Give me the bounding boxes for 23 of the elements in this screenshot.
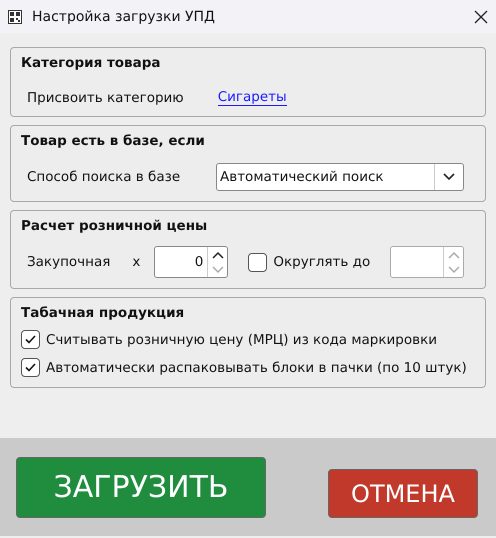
checkbox[interactable]: [21, 358, 40, 377]
section-title: Табачная продукция: [21, 305, 184, 321]
checkbox-label: Считывать розничную цену (МРЦ) из кода маркировки: [46, 332, 438, 348]
checkbox[interactable]: [21, 330, 40, 349]
load-button[interactable]: ЗАГРУЗИТЬ: [16, 457, 266, 518]
app-icon: [8, 10, 22, 24]
multiply-sign: x: [132, 254, 140, 270]
search-method-dropdown[interactable]: Автоматический поиск: [216, 163, 464, 191]
field-label: Способ поиска в базе: [26, 169, 182, 185]
section-title: Расчет розничной цены: [21, 218, 208, 234]
window-title: Настройка загрузки УПД: [32, 8, 216, 24]
checkbox-label: Автоматически распаковывать блоки в пачки (по 10 штук): [46, 360, 467, 376]
checkbox-label: Округлять до: [273, 254, 370, 270]
category-link[interactable]: Сигареты: [218, 89, 287, 106]
section-title: Категория товара: [21, 55, 160, 71]
close-icon[interactable]: [474, 10, 488, 24]
field-label: Присвоить категорию: [27, 90, 184, 106]
checkmark-icon: [25, 335, 36, 344]
field-label: Закупочная: [27, 254, 110, 270]
cancel-button[interactable]: ОТМЕНА: [328, 469, 478, 518]
section-title: Товар есть в базе, если: [21, 133, 205, 149]
multiplier-spinbox[interactable]: 0: [154, 246, 228, 278]
checkmark-icon: [25, 363, 36, 372]
